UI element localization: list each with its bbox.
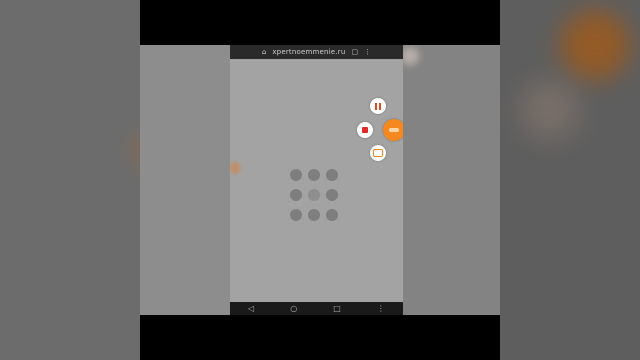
stop-button[interactable] <box>357 122 373 138</box>
left-side-panel <box>140 45 230 315</box>
loading-dot <box>308 169 320 181</box>
loading-dot <box>290 189 302 201</box>
recorder-icon <box>389 128 399 132</box>
stop-icon <box>362 127 368 133</box>
tabs-icon[interactable]: ▢ <box>351 48 358 56</box>
phone-screen-recording: ⌂ xpertnoemmenie.ru ▢ ⋮ ◁ ○ □ ⋮ <box>230 45 403 315</box>
blurred-white-button <box>520 80 580 140</box>
edge-handle[interactable] <box>230 162 240 174</box>
ghost-pause-button <box>403 47 419 65</box>
loading-dot <box>326 169 338 181</box>
tools-button[interactable] <box>370 145 386 161</box>
loading-dot <box>326 189 338 201</box>
right-side-panel <box>403 45 500 315</box>
toolbox-icon <box>373 149 383 157</box>
back-icon[interactable]: ◁ <box>248 304 254 313</box>
loading-dots-icon <box>290 169 344 223</box>
loading-dot <box>308 209 320 221</box>
video-frame: ⌂ xpertnoemmenie.ru ▢ ⋮ ◁ ○ □ ⋮ <box>140 45 500 315</box>
page-content-area <box>230 59 403 302</box>
blurred-background-left <box>0 0 160 360</box>
android-nav-bar: ◁ ○ □ ⋮ <box>230 302 403 315</box>
loading-dot <box>326 209 338 221</box>
more-vertical-icon[interactable]: ⋮ <box>364 48 371 56</box>
home-nav-icon[interactable]: ○ <box>290 304 297 313</box>
pause-icon <box>375 102 381 110</box>
more-icon[interactable]: ⋮ <box>377 304 385 313</box>
blurred-background-right <box>500 0 640 360</box>
loading-dot <box>290 169 302 181</box>
blurred-orange-button <box>560 10 630 80</box>
loading-dot <box>308 189 320 201</box>
pause-button[interactable] <box>370 98 386 114</box>
loading-dot <box>290 209 302 221</box>
recents-icon[interactable]: □ <box>333 304 341 313</box>
browser-address-bar[interactable]: ⌂ xpertnoemmenie.ru ▢ ⋮ <box>230 45 403 59</box>
home-icon[interactable]: ⌂ <box>262 48 266 56</box>
url-text[interactable]: xpertnoemmenie.ru <box>272 48 345 56</box>
recorder-main-button[interactable] <box>383 119 403 141</box>
